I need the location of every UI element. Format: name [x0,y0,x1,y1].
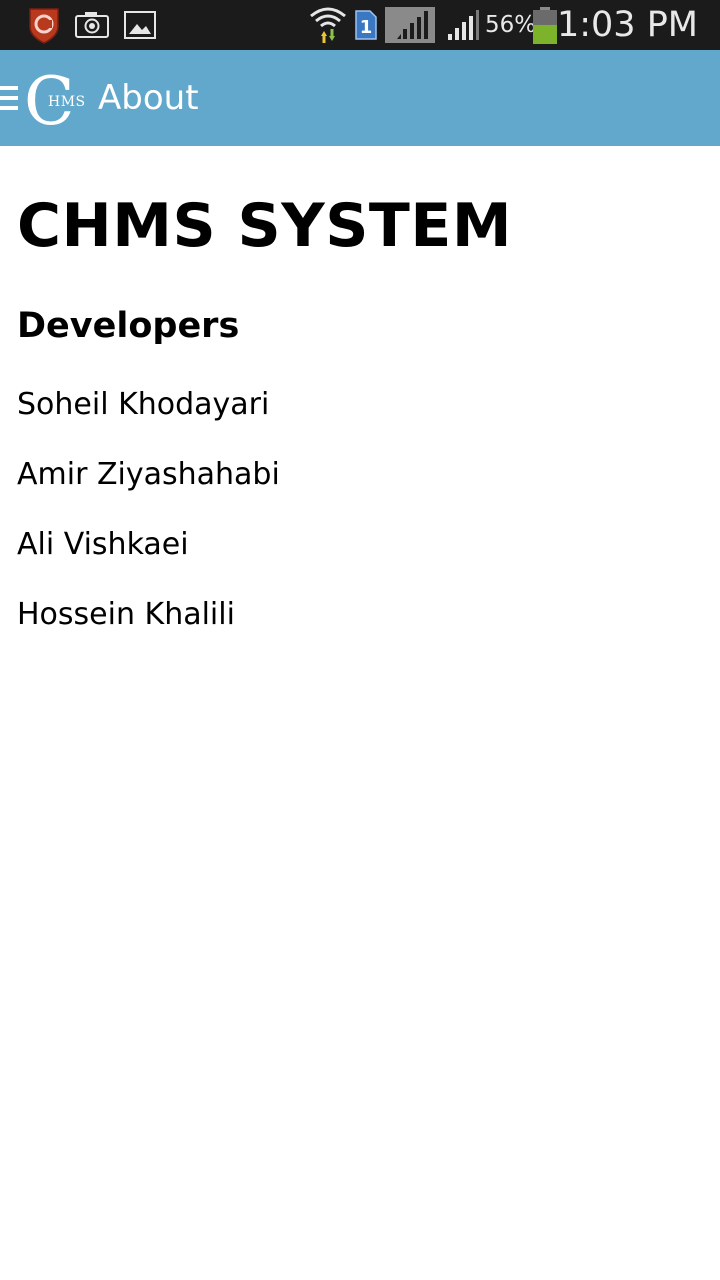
sim-1-icon: 1 [354,0,378,50]
developers-heading: Developers [17,306,240,346]
svg-text:HMS: HMS [48,94,86,110]
developer-item: Ali Vishkaei [17,527,189,562]
developer-item: Soheil Khodayari [17,387,270,422]
signal-icon [446,0,480,50]
svg-text:1: 1 [360,17,373,38]
gallery-icon [123,0,157,50]
developer-item: Hossein Khalili [17,597,235,632]
signal-icon [385,0,435,50]
action-bar: C HMS About [0,50,720,146]
page-title-bar: About [98,78,199,118]
navigation-drawer-button[interactable]: C HMS [0,50,88,146]
wifi-icon [308,0,348,50]
developer-item: Amir Ziyashahabi [17,457,280,492]
app-name-heading: CHMS SYSTEM [17,191,513,261]
battery-percent: 56% [485,12,537,38]
developer-list: Soheil Khodayari Amir Ziyashahabi Ali Vi… [17,382,280,662]
status-bar: 1 56% 1:03 PM [0,0,720,50]
battery-icon [532,0,558,50]
antivirus-icon [26,0,62,50]
hamburger-icon [0,86,18,110]
app-logo-icon: C HMS [24,68,86,132]
clock: 1:03 PM [556,5,698,45]
camera-icon [74,0,110,50]
